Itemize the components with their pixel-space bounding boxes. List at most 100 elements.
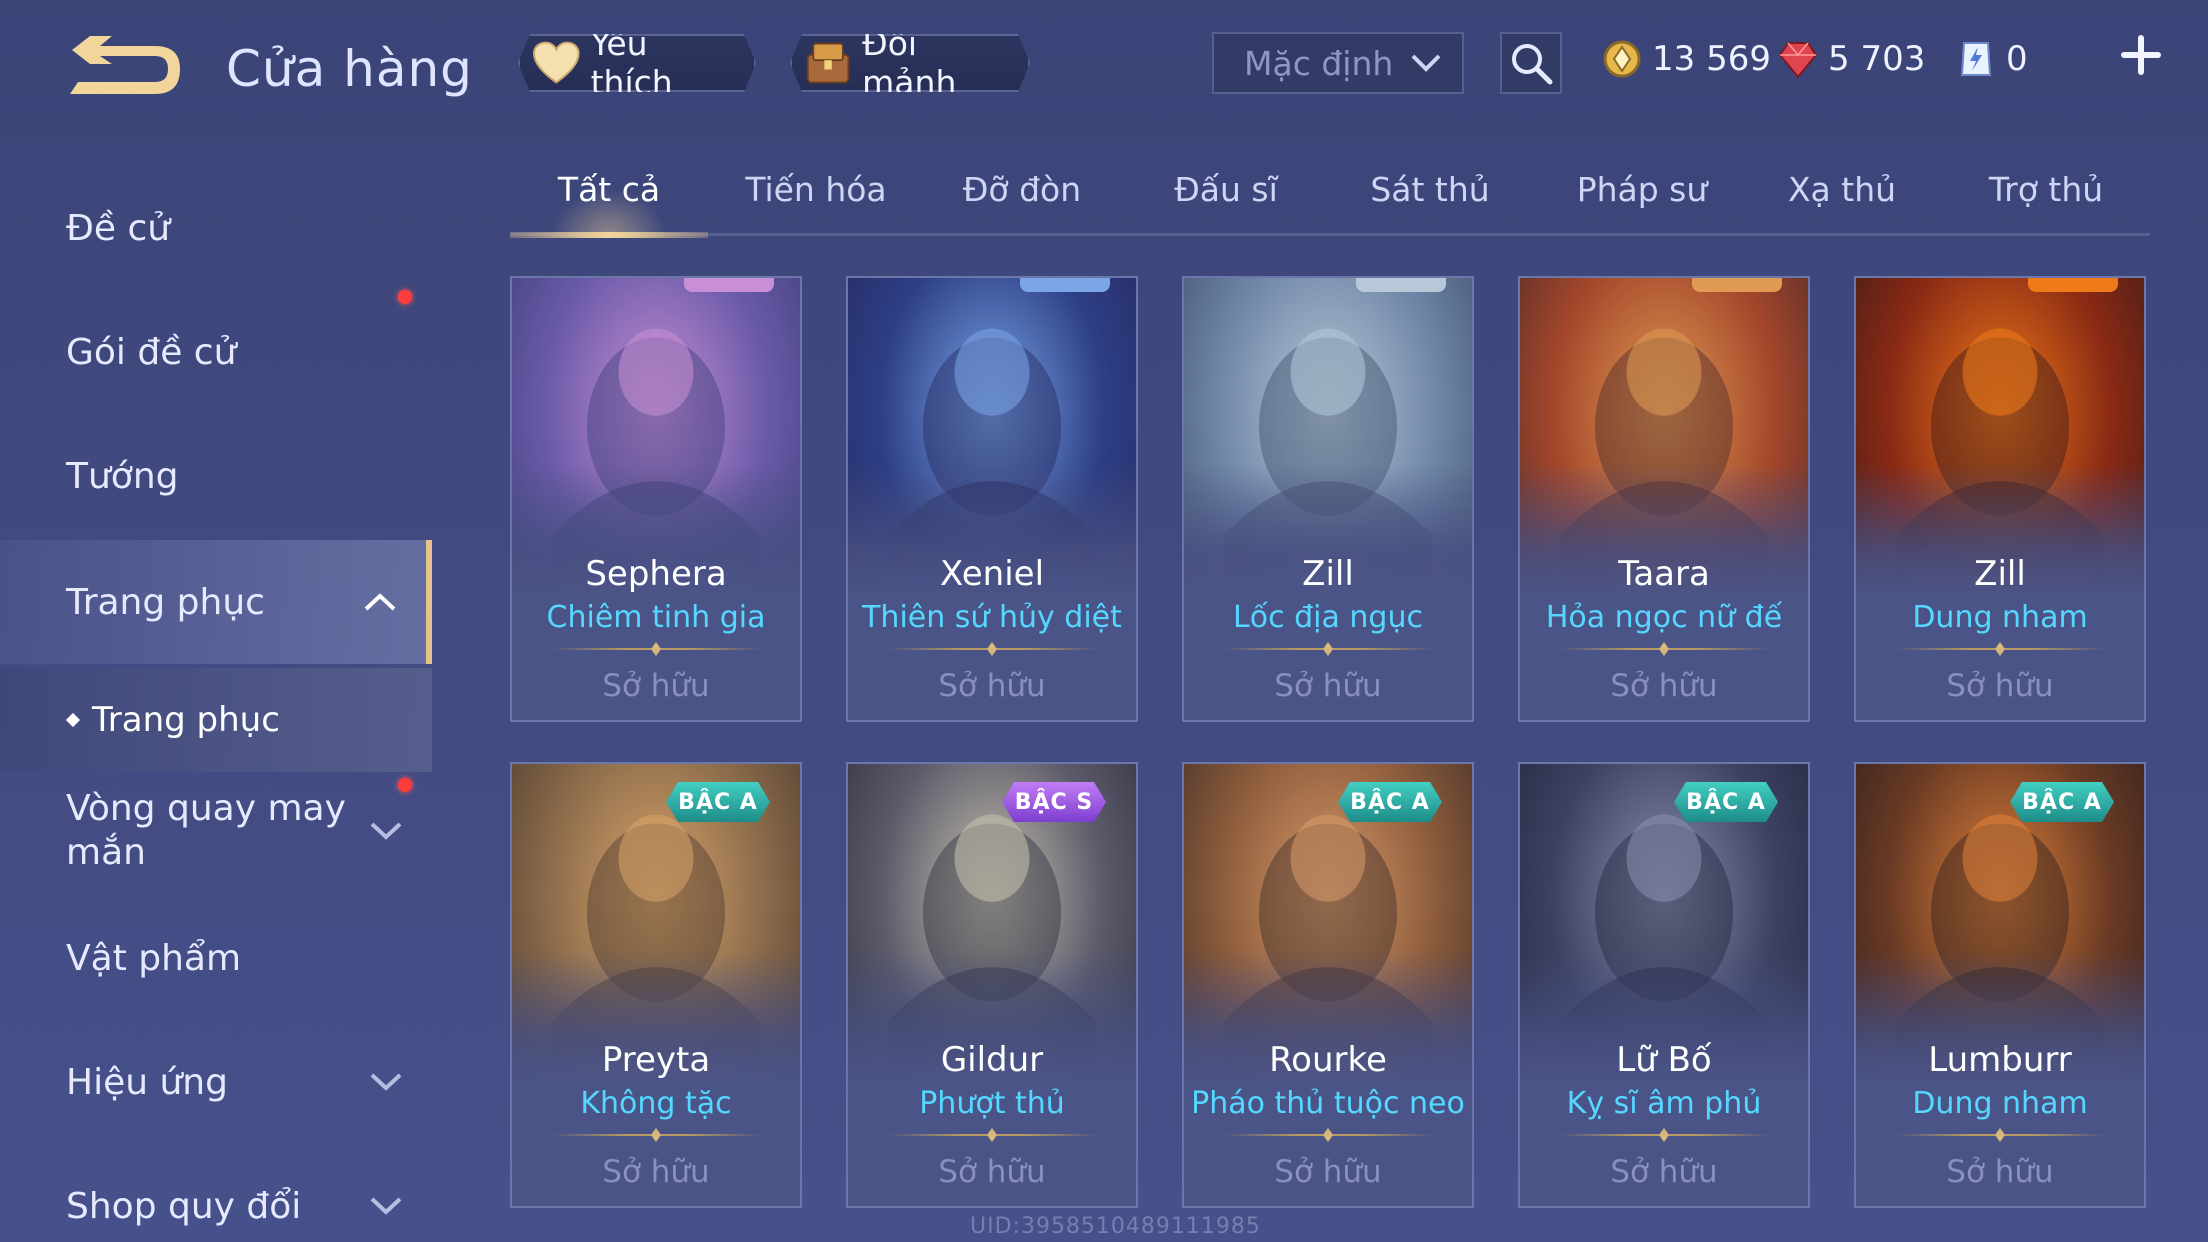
tab-support[interactable]: Trợ thủ [1946, 170, 2146, 230]
skin-card[interactable]: Zill Lốc địa ngục Sở hữu [1182, 276, 1474, 722]
sidebar-item-skins[interactable]: Trang phục [0, 540, 432, 664]
sidebar-item-label: Vật phẩm [66, 937, 242, 979]
tab-fighter[interactable]: Đấu sĩ [1126, 170, 1326, 230]
sidebar-item-lucky-spin[interactable]: Vòng quay may mắn [0, 776, 432, 886]
gold-amount: 13 569 [1652, 39, 1771, 79]
back-arrow-icon [70, 36, 180, 94]
token-amount: 0 [2006, 39, 2028, 79]
favorites-button[interactable]: Yêu thích [518, 34, 756, 92]
ruby-amount: 5 703 [1828, 39, 1926, 79]
gold-coin-icon [1603, 40, 1641, 78]
sidebar-item-items[interactable]: Vật phẩm [0, 908, 432, 1008]
back-button[interactable] [60, 34, 190, 104]
tier-badge: BẬC A [666, 782, 770, 822]
hero-name: Lữ Bố [1616, 1040, 1712, 1080]
owned-status: Sở hữu [1274, 668, 1382, 704]
tier-badge-partial [1020, 278, 1110, 292]
tab-assassin[interactable]: Sát thủ [1330, 170, 1530, 230]
hero-name: Zill [1302, 554, 1354, 594]
tier-badge: BẬC A [1338, 782, 1442, 822]
chevron-down-icon [370, 1073, 402, 1091]
tab-all[interactable]: Tất cả [510, 170, 708, 230]
skin-name: Dung nham [1912, 600, 2088, 635]
ruby-icon [1778, 42, 1818, 79]
tier-badge: BẬC S [1002, 782, 1106, 822]
sort-selected-value: Mặc định [1244, 43, 1394, 83]
sidebar-item-featured-bundles[interactable]: Gói đề cử [0, 290, 432, 402]
exchange-label: Đổi mảnh [862, 24, 957, 102]
sidebar-item-label: Shop quy đổi [66, 1185, 302, 1227]
ruby-currency: 5 703 [1778, 34, 1925, 84]
favorites-label: Yêu thích [590, 24, 673, 102]
search-icon [1512, 44, 1553, 85]
notification-dot [398, 778, 412, 792]
tab-evolution[interactable]: Tiến hóa [716, 170, 916, 230]
tier-badge-partial [684, 278, 774, 292]
plus-icon [2121, 35, 2161, 75]
tab-mage[interactable]: Pháp sư [1534, 170, 1750, 230]
tier-badge-partial [1356, 278, 1446, 292]
sidebar-item-label: Vòng quay may mắn [66, 788, 346, 873]
category-tabs: Tất cả Tiến hóa Đỡ đòn Đấu sĩ Sát thủ Ph… [510, 160, 2150, 238]
sidebar-item-effects[interactable]: Hiệu ứng [0, 1032, 432, 1132]
skin-name: Không tặc [580, 1086, 732, 1121]
skin-card[interactable]: Sephera Chiêm tinh gia Sở hữu [510, 276, 802, 722]
sidebar-item-exchange-shop[interactable]: Shop quy đổi [0, 1156, 432, 1242]
hero-name: Taara [1618, 554, 1710, 594]
skin-name: Kỵ sĩ âm phủ [1566, 1086, 1762, 1121]
skin-name: Hỏa ngọc nữ đế [1545, 600, 1783, 635]
owned-status: Sở hữu [938, 668, 1046, 704]
tab-tank[interactable]: Đỡ đòn [922, 170, 1122, 230]
skin-name: Dung nham [1912, 1086, 2088, 1121]
skin-card[interactable]: BẬC A Lumburr Dung nham Sở hữu [1854, 762, 2146, 1208]
hero-name: Xeniel [939, 554, 1045, 594]
hero-name: Lumburr [1928, 1040, 2072, 1080]
skin-card[interactable]: BẬC A Rourke Pháo thủ tuộc neo Sở hữu [1182, 762, 1474, 1208]
heart-icon [532, 41, 581, 85]
owned-status: Sở hữu [602, 668, 710, 704]
tab-marksman[interactable]: Xạ thủ [1742, 170, 1942, 230]
owned-status: Sở hữu [1610, 1154, 1718, 1190]
skin-card[interactable]: BẬC A Lữ Bố Kỵ sĩ âm phủ Sở hữu [1518, 762, 1810, 1208]
sidebar-item-label: Tướng [66, 455, 179, 497]
skin-card[interactable]: Zill Dung nham Sở hữu [1854, 276, 2146, 722]
sidebar-subitem-label: Trang phục [92, 700, 280, 740]
owned-status: Sở hữu [938, 1154, 1046, 1190]
skin-name: Pháo thủ tuộc neo [1191, 1086, 1465, 1121]
gold-currency: 13 569 [1602, 34, 1771, 84]
tier-badge: BẬC A [1674, 782, 1778, 822]
token-currency: 0 [1956, 34, 2028, 84]
sidebar-item-label: Hiệu ứng [66, 1061, 228, 1103]
sort-dropdown[interactable]: Mặc định [1212, 32, 1464, 94]
skin-name: Thiên sứ hủy diệt [862, 600, 1122, 635]
uid-watermark: UID:3958510489111985 [970, 1214, 1261, 1239]
skin-name: Phượt thủ [919, 1086, 1065, 1121]
tier-badge: BẬC A [2010, 782, 2114, 822]
skin-card[interactable]: BẬC S Gildur Phượt thủ Sở hữu [846, 762, 1138, 1208]
hero-name: Gildur [940, 1040, 1044, 1080]
bullet-diamond-icon [65, 712, 81, 728]
sidebar-subitem-skins[interactable]: Trang phục [0, 668, 432, 772]
sidebar: Đề cử Gói đề cử Tướng Trang phục Trang p… [0, 140, 432, 1242]
skin-card[interactable]: Taara Hỏa ngọc nữ đế Sở hữu [1518, 276, 1810, 722]
hero-name: Rourke [1269, 1040, 1387, 1080]
chevron-down-icon [370, 1197, 402, 1215]
chevron-down-icon [370, 822, 402, 840]
chevron-down-icon [1411, 54, 1441, 72]
owned-status: Sở hữu [1946, 1154, 2054, 1190]
skin-name: Chiêm tinh gia [546, 600, 766, 635]
sidebar-item-label: Trang phục [66, 581, 265, 623]
sidebar-item-label: Gói đề cử [66, 331, 237, 373]
add-currency-button[interactable] [2118, 32, 2164, 78]
search-button[interactable] [1500, 32, 1562, 94]
hero-name: Sephera [585, 554, 727, 594]
sidebar-item-featured[interactable]: Đề cử [0, 178, 432, 278]
exchange-shards-button[interactable]: Đổi mảnh [790, 34, 1030, 92]
owned-status: Sở hữu [1946, 668, 2054, 704]
skin-card[interactable]: Xeniel Thiên sứ hủy diệt Sở hữu [846, 276, 1138, 722]
active-tab-indicator [510, 232, 708, 238]
sidebar-item-heroes[interactable]: Tướng [0, 426, 432, 526]
owned-status: Sở hữu [1274, 1154, 1382, 1190]
tier-badge-partial [1692, 278, 1782, 292]
skin-card[interactable]: BẬC A Preyta Không tặc Sở hữu [510, 762, 802, 1208]
